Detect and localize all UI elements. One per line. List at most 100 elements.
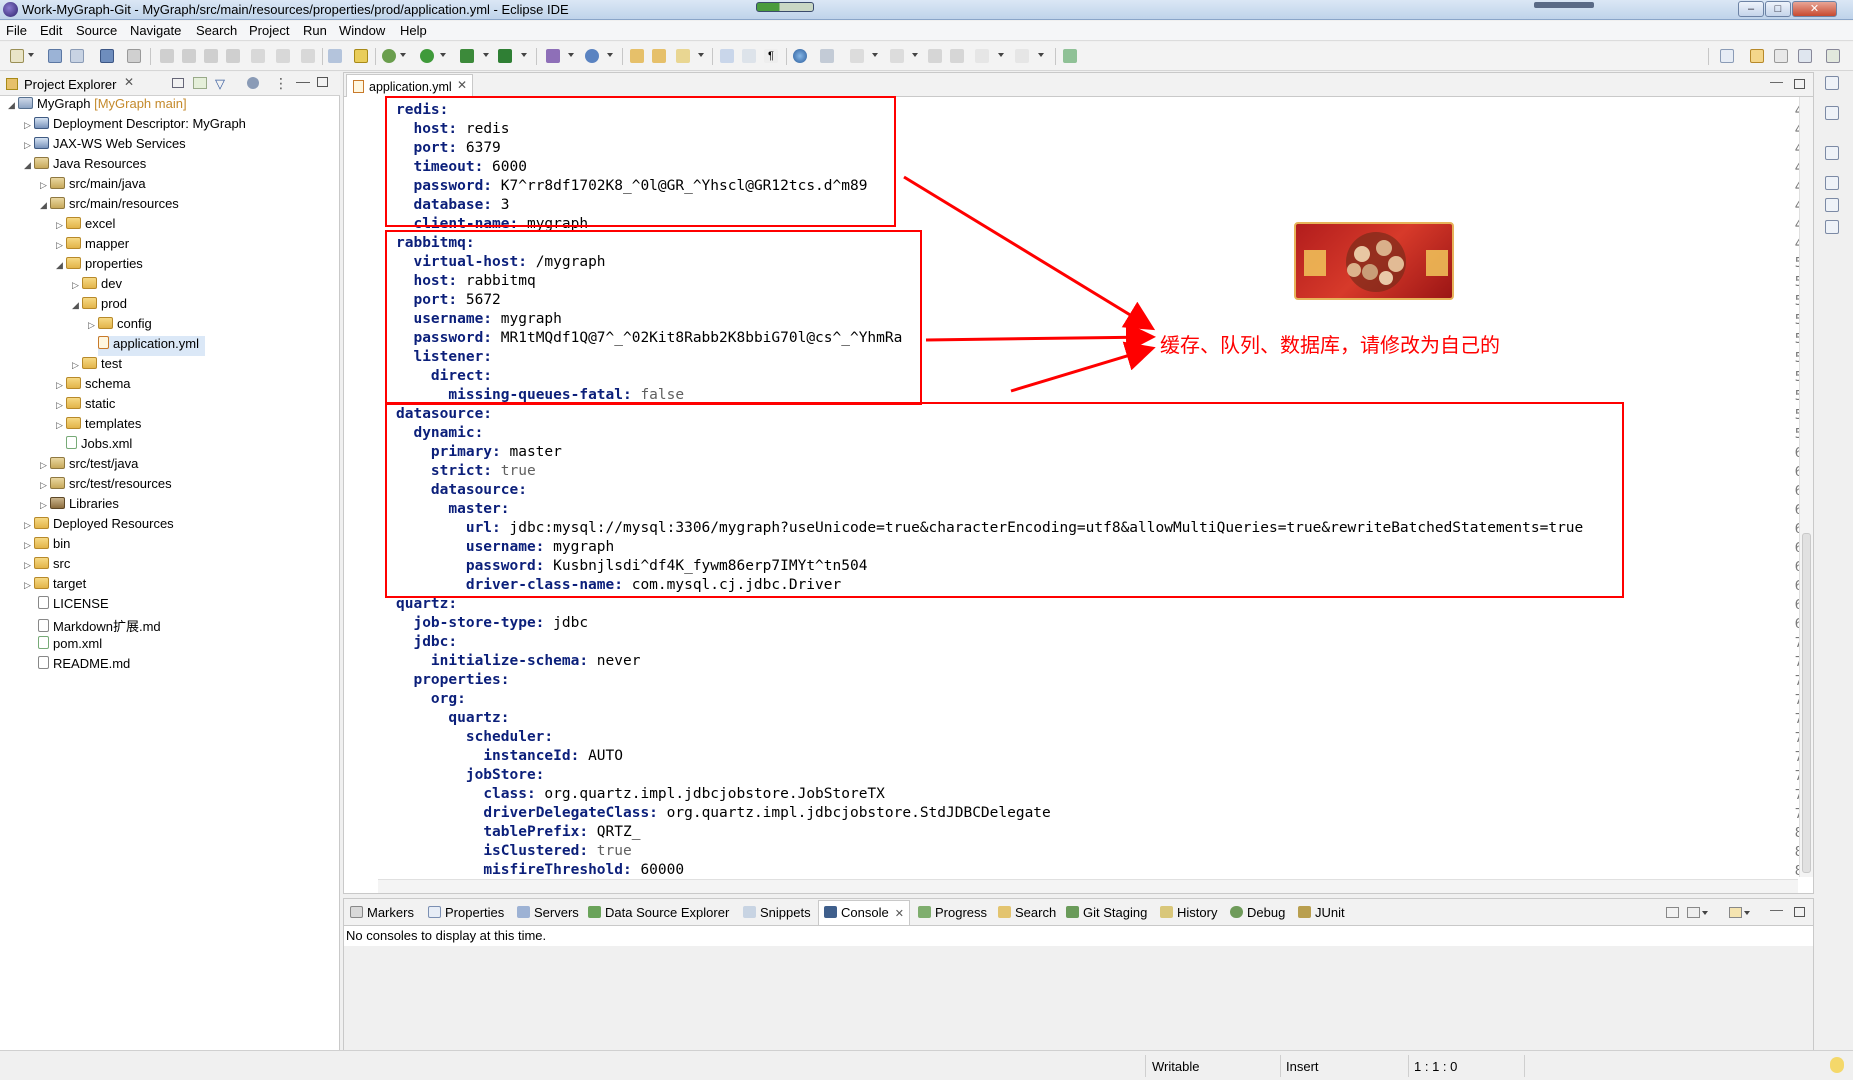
code-line[interactable]: jobStore: xyxy=(396,766,545,785)
coverage-dropdown-icon[interactable] xyxy=(483,53,489,57)
globe-icon[interactable] xyxy=(793,49,807,63)
code-line[interactable]: properties: xyxy=(396,671,509,690)
back-dropdown-icon[interactable] xyxy=(998,53,1004,57)
menu-source[interactable]: Source xyxy=(76,23,117,38)
minimize-button[interactable]: – xyxy=(1738,1,1764,17)
tree-item-static[interactable]: ▷ static xyxy=(56,396,115,416)
pin-console-icon[interactable] xyxy=(1666,907,1679,918)
menu-file[interactable]: File xyxy=(6,23,27,38)
restore-icon[interactable] xyxy=(1825,76,1839,90)
open-perspective-icon[interactable] xyxy=(1720,49,1734,63)
last-edit-icon[interactable] xyxy=(928,49,942,63)
skip-breakpoints-icon[interactable] xyxy=(127,49,141,63)
tree-item-pom-xml[interactable]: pom.xml xyxy=(38,636,102,656)
open-resource-icon[interactable] xyxy=(652,49,666,63)
menu-navigate[interactable]: Navigate xyxy=(130,23,181,38)
filter-icon[interactable]: ▽ xyxy=(215,76,225,92)
tree-item-bin[interactable]: ▷ bin xyxy=(24,536,70,556)
open-type-icon[interactable] xyxy=(630,49,644,63)
tree-item-jobs-xml[interactable]: Jobs.xml xyxy=(66,436,132,456)
search-tool-dropdown-icon[interactable] xyxy=(698,53,704,57)
tree-item-src-main-java[interactable]: ▷ src/main/java xyxy=(40,176,146,196)
tree-item-license[interactable]: LICENSE xyxy=(38,596,109,616)
tab-properties[interactable]: Properties xyxy=(428,905,504,920)
tree-item-config[interactable]: ▷ config xyxy=(88,316,152,336)
tab-console[interactable]: Console ✕ xyxy=(818,900,910,925)
maximize-bottom-icon[interactable] xyxy=(1794,907,1805,917)
external-tools-icon[interactable] xyxy=(498,49,512,63)
git-icon[interactable] xyxy=(820,49,834,63)
code-line[interactable]: isClustered: true xyxy=(396,842,631,861)
minimize-bottom-icon[interactable]: — xyxy=(1770,902,1783,917)
outline-icon[interactable] xyxy=(1825,106,1839,120)
code-line[interactable]: instanceId: AUTO xyxy=(396,747,623,766)
tree-item-src-main-resources[interactable]: ◢ src/main/resources xyxy=(40,196,179,216)
drop-to-frame-icon[interactable] xyxy=(328,49,342,63)
tab-snippets[interactable]: Snippets xyxy=(743,905,811,920)
new-server-icon[interactable] xyxy=(546,49,560,63)
toggle-markdown-icon[interactable] xyxy=(720,49,734,63)
save-icon[interactable] xyxy=(48,49,62,63)
close-view-icon[interactable]: ✕ xyxy=(124,75,134,89)
java-perspective-icon[interactable] xyxy=(1826,49,1840,63)
display-console-icon[interactable] xyxy=(1687,907,1700,918)
view-menu-icon[interactable]: ⋮ xyxy=(274,75,288,92)
code-line[interactable]: misfireThreshold: 60000 xyxy=(396,861,684,880)
build-icon[interactable] xyxy=(354,49,368,63)
code-line[interactable]: jdbc: xyxy=(396,633,457,652)
display-console-dropdown-icon[interactable] xyxy=(1702,911,1708,915)
code-line[interactable]: quartz: xyxy=(396,709,509,728)
tab-markers[interactable]: Markers xyxy=(350,905,414,920)
tree-item-libraries[interactable]: ▷ Libraries xyxy=(40,496,119,516)
project-explorer-title[interactable]: Project Explorer xyxy=(24,77,116,92)
tree-item-readme-md[interactable]: README.md xyxy=(38,656,130,676)
code-line[interactable]: driverDelegateClass: org.quartz.impl.jdb… xyxy=(396,804,1050,823)
tree-item-mygraph[interactable]: ◢ MyGraph [MyGraph main] xyxy=(8,96,187,116)
tree-item-application-yml[interactable]: application.yml xyxy=(98,336,205,356)
tree-item-mapper[interactable]: ▷ mapper xyxy=(56,236,129,256)
open-console-dropdown-icon[interactable] xyxy=(1744,911,1750,915)
tree-item-src-test-java[interactable]: ▷ src/test/java xyxy=(40,456,138,476)
console-body[interactable] xyxy=(344,946,1813,1050)
previous-annotation-dropdown-icon[interactable] xyxy=(912,53,918,57)
tree-item-prod[interactable]: ◢ prod xyxy=(72,296,127,316)
tab-debug[interactable]: Debug xyxy=(1230,905,1285,920)
tab-servers[interactable]: Servers xyxy=(517,905,579,920)
save-all-icon[interactable] xyxy=(70,49,84,63)
tree-item-templates[interactable]: ▷ templates xyxy=(56,416,141,436)
minimize-editor-icon[interactable]: — xyxy=(1770,74,1783,89)
run-dropdown-icon[interactable] xyxy=(440,53,446,57)
tree-item-target[interactable]: ▷ target xyxy=(24,576,86,596)
open-terminal-icon[interactable] xyxy=(100,49,114,63)
task-list-icon[interactable] xyxy=(1825,176,1839,190)
pin-editor-icon[interactable] xyxy=(1063,49,1077,63)
code-line[interactable]: scheduler: xyxy=(396,728,553,747)
tab-search[interactable]: Search xyxy=(998,905,1056,920)
new-java-icon[interactable] xyxy=(585,49,599,63)
java-ee-perspective-icon[interactable] xyxy=(1750,49,1764,63)
step-into-icon[interactable] xyxy=(251,49,265,63)
tree-item-jax-ws[interactable]: ▷ JAX-WS Web Services xyxy=(24,136,186,156)
tree-item-java-resources[interactable]: ◢ Java Resources xyxy=(24,156,146,176)
scrollbar-thumb[interactable] xyxy=(1802,533,1811,873)
new-java-dropdown-icon[interactable] xyxy=(607,53,613,57)
forward-edit-icon[interactable] xyxy=(950,49,964,63)
tab-progress[interactable]: Progress xyxy=(918,905,987,920)
link-with-editor-icon[interactable] xyxy=(193,77,207,89)
tab-data-source-explorer[interactable]: Data Source Explorer xyxy=(588,905,729,920)
collapse-all-icon[interactable] xyxy=(172,78,184,88)
tree-item-src-test-resources[interactable]: ▷ src/test/resources xyxy=(40,476,172,496)
debug-perspective-icon[interactable] xyxy=(1798,49,1812,63)
code-line[interactable]: class: org.quartz.impl.jdbcjobstore.JobS… xyxy=(396,785,885,804)
minimize-view-icon[interactable]: — xyxy=(296,73,310,89)
tree-item-src[interactable]: ▷ src xyxy=(24,556,70,576)
tab-git-staging[interactable]: Git Staging xyxy=(1066,905,1147,920)
forward-dropdown-icon[interactable] xyxy=(1038,53,1044,57)
menu-project[interactable]: Project xyxy=(249,23,289,38)
next-annotation-dropdown-icon[interactable] xyxy=(872,53,878,57)
tab-history[interactable]: History xyxy=(1160,905,1217,920)
suspend-icon[interactable] xyxy=(182,49,196,63)
menu-edit[interactable]: Edit xyxy=(40,23,62,38)
vertical-scrollbar[interactable] xyxy=(1799,97,1813,877)
restore-icon[interactable] xyxy=(1825,146,1839,160)
